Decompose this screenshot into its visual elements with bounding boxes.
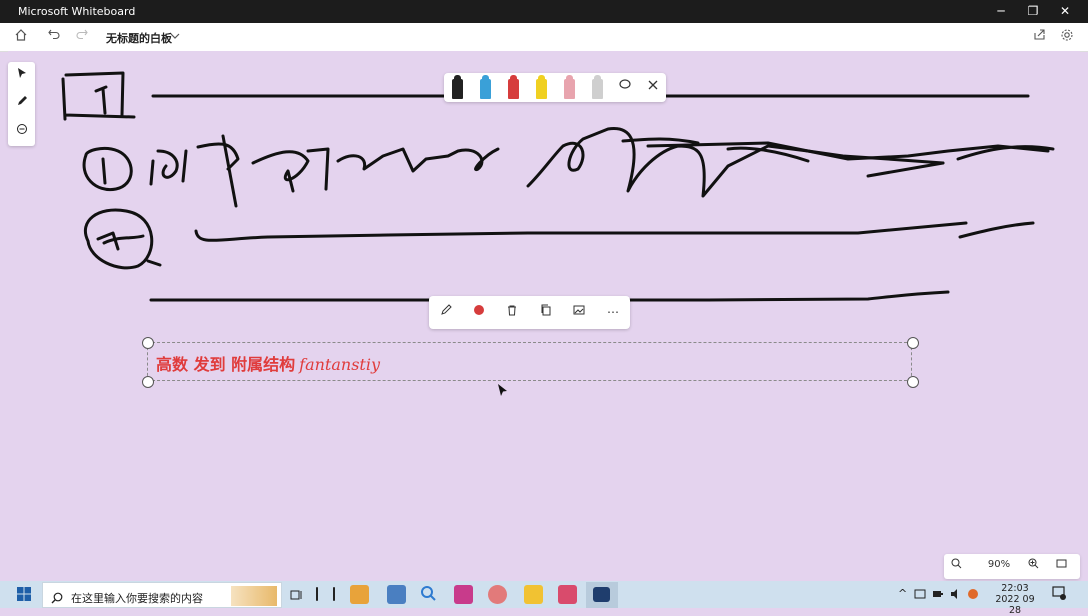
taskbar-app-1-icon[interactable]	[350, 585, 369, 604]
chevron-down-icon[interactable]	[166, 29, 184, 47]
task-view-icon[interactable]	[290, 587, 304, 601]
ruler-icon[interactable]	[592, 75, 603, 99]
zoom-level: 90%	[987, 559, 1011, 570]
tray-overflow-icon[interactable]: ^	[898, 587, 907, 600]
highlighter-icon[interactable]	[536, 75, 547, 99]
left-toolbar	[8, 62, 35, 146]
gear-icon[interactable]	[1058, 28, 1076, 46]
taskbar-folder-icon[interactable]	[524, 585, 543, 604]
clock-date: 2022 09 28	[995, 594, 1035, 616]
note-script: fantanstiy	[299, 355, 380, 374]
title-bar: Microsoft Whiteboard ─ ❐ ✕	[0, 0, 1088, 23]
share-icon[interactable]	[1030, 28, 1048, 46]
text-note[interactable]: 高数 发到 附属结构 fantanstiy	[156, 351, 380, 375]
pen-palette	[444, 73, 666, 102]
blue-pen-icon[interactable]	[480, 75, 491, 99]
home-icon[interactable]	[12, 28, 30, 46]
redo-icon[interactable]	[73, 28, 91, 46]
search-icon	[51, 589, 63, 608]
taskbar-app-5-icon[interactable]	[558, 585, 577, 604]
taskbar-active-app[interactable]	[586, 582, 618, 608]
taskbar-search[interactable]: 在这里输入你要搜索的内容	[42, 582, 282, 608]
notification-icon[interactable]	[1052, 586, 1066, 603]
taskbar-app-3-icon[interactable]	[454, 585, 473, 604]
taskbar: 在这里输入你要搜索的内容 ^	[0, 581, 1088, 608]
taskbar-search-app-icon[interactable]	[420, 585, 439, 604]
fit-screen-icon[interactable]	[1052, 557, 1070, 575]
taskbar-app-2-icon[interactable]	[387, 585, 406, 604]
select-arrow-icon[interactable]	[12, 66, 31, 85]
eraser-pen-icon[interactable]	[564, 75, 575, 99]
resize-handle-top-right[interactable]	[907, 337, 919, 349]
whiteboard-app-icon	[593, 587, 610, 602]
close-icon[interactable]	[644, 78, 662, 96]
restore-button[interactable]: ❐	[1016, 0, 1050, 23]
tray-network-icon[interactable]	[932, 588, 944, 603]
copy-icon[interactable]	[537, 303, 555, 321]
note-text: 高数 发到 附属结构	[156, 355, 296, 374]
undo-icon[interactable]	[45, 28, 63, 46]
black-pen-icon[interactable]	[452, 75, 463, 99]
resize-handle-bottom-left[interactable]	[142, 376, 154, 388]
zoom-out-icon[interactable]	[947, 557, 965, 575]
taskbar-clock[interactable]: 22:03 2022 09 28	[990, 583, 1040, 616]
window-title: Microsoft Whiteboard	[18, 5, 136, 18]
zoom-bar: 90%	[944, 554, 1080, 579]
app-bar: 无标题的白板	[0, 23, 1088, 52]
image-icon[interactable]	[570, 303, 588, 321]
lasso-icon[interactable]	[616, 78, 634, 96]
tray-app-icon[interactable]	[967, 588, 979, 603]
search-decoration-icon	[231, 586, 277, 606]
edit-icon[interactable]	[437, 303, 455, 321]
minimize-button[interactable]: ─	[984, 0, 1018, 23]
eraser-icon[interactable]	[12, 122, 31, 141]
pinned-separator	[316, 587, 318, 601]
pen-icon[interactable]	[12, 94, 31, 113]
windows-start-icon[interactable]	[16, 586, 35, 605]
selection-context-toolbar: ⋯	[429, 296, 630, 329]
close-window-button[interactable]: ✕	[1048, 0, 1082, 23]
mouse-cursor-icon	[498, 384, 507, 396]
more-options-icon[interactable]: ⋯	[604, 303, 622, 321]
taskbar-app-4-icon[interactable]	[488, 585, 507, 604]
red-pen-icon[interactable]	[508, 75, 519, 99]
tray-icon-1[interactable]	[914, 588, 926, 603]
board-title[interactable]: 无标题的白板	[106, 30, 172, 46]
tray-volume-icon[interactable]	[950, 588, 962, 603]
color-icon[interactable]	[470, 303, 488, 321]
search-placeholder: 在这里输入你要搜索的内容	[71, 592, 203, 605]
clock-time: 22:03	[1001, 583, 1029, 594]
resize-handle-bottom-right[interactable]	[907, 376, 919, 388]
resize-handle-top-left[interactable]	[142, 337, 154, 349]
pinned-separator	[333, 587, 335, 601]
delete-icon[interactable]	[503, 303, 521, 321]
zoom-in-icon[interactable]	[1024, 557, 1042, 575]
